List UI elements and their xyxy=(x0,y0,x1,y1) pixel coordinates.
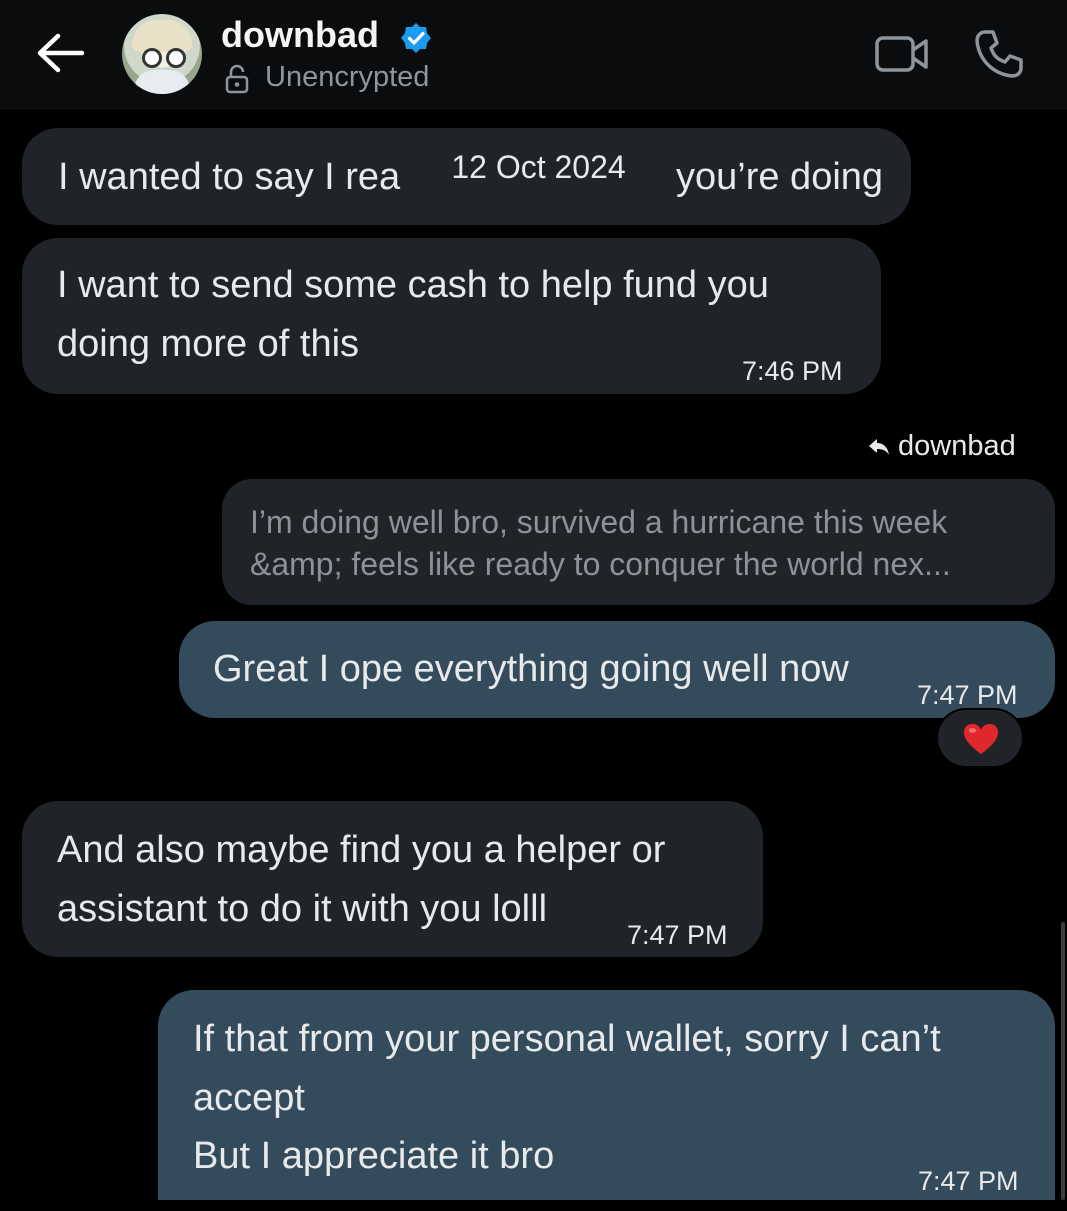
reply-arrow-icon xyxy=(869,439,889,456)
arrow-left-icon[interactable] xyxy=(34,30,86,76)
conversation-header: downbad Unencrypted xyxy=(0,0,1067,109)
quoted-line: I’m doing well bro, survived a hurricane… xyxy=(250,504,948,540)
message-line: accept xyxy=(193,1077,305,1119)
scrollbar[interactable] xyxy=(1061,922,1065,1200)
message-text: I wanted to say I rea xyxy=(58,156,401,198)
outgoing-message[interactable]: If that from your personal wallet, sorry… xyxy=(158,990,1055,1200)
message-line: If that from your personal wallet, sorry… xyxy=(193,1018,941,1060)
reply-to-name: downbad xyxy=(898,430,1016,462)
message-line: doing more of this xyxy=(57,323,360,365)
message-line: But I appreciate it bro xyxy=(193,1135,555,1177)
encryption-status: Unencrypted xyxy=(265,61,430,93)
video-call-icon[interactable] xyxy=(874,34,930,74)
phone-call-icon[interactable] xyxy=(973,28,1025,80)
message-line: And also maybe find you a helper or xyxy=(57,829,666,871)
reaction-badge[interactable] xyxy=(936,708,1024,768)
open-lock-icon xyxy=(225,64,249,94)
incoming-message[interactable]: And also maybe find you a helper or assi… xyxy=(22,801,763,957)
message-timestamp: 7:46 PM xyxy=(742,356,843,386)
verified-badge-icon xyxy=(401,23,431,53)
quoted-line: &amp; feels like ready to conquer the wo… xyxy=(250,546,951,582)
message-line: assistant to do it with you lolll xyxy=(57,888,548,930)
outgoing-message[interactable]: Great I ope everything going well now 7:… xyxy=(179,621,1055,718)
incoming-message[interactable]: I want to send some cash to help fund yo… xyxy=(22,238,881,394)
quoted-message[interactable]: I’m doing well bro, survived a hurricane… xyxy=(222,479,1055,605)
message-text: Great I ope everything going well now xyxy=(213,648,849,690)
message-text-continued: you’re doing xyxy=(676,156,884,198)
message-timestamp: 7:47 PM xyxy=(627,920,728,950)
contact-name[interactable]: downbad xyxy=(221,14,379,56)
message-timestamp: 7:47 PM xyxy=(918,1166,1019,1196)
date-separator: 12 Oct 2024 xyxy=(412,138,665,198)
avatar[interactable] xyxy=(122,14,202,94)
message-line: I want to send some cash to help fund yo… xyxy=(57,264,769,306)
reply-indicator: downbad xyxy=(868,430,1016,463)
heart-reaction-icon xyxy=(964,723,998,755)
